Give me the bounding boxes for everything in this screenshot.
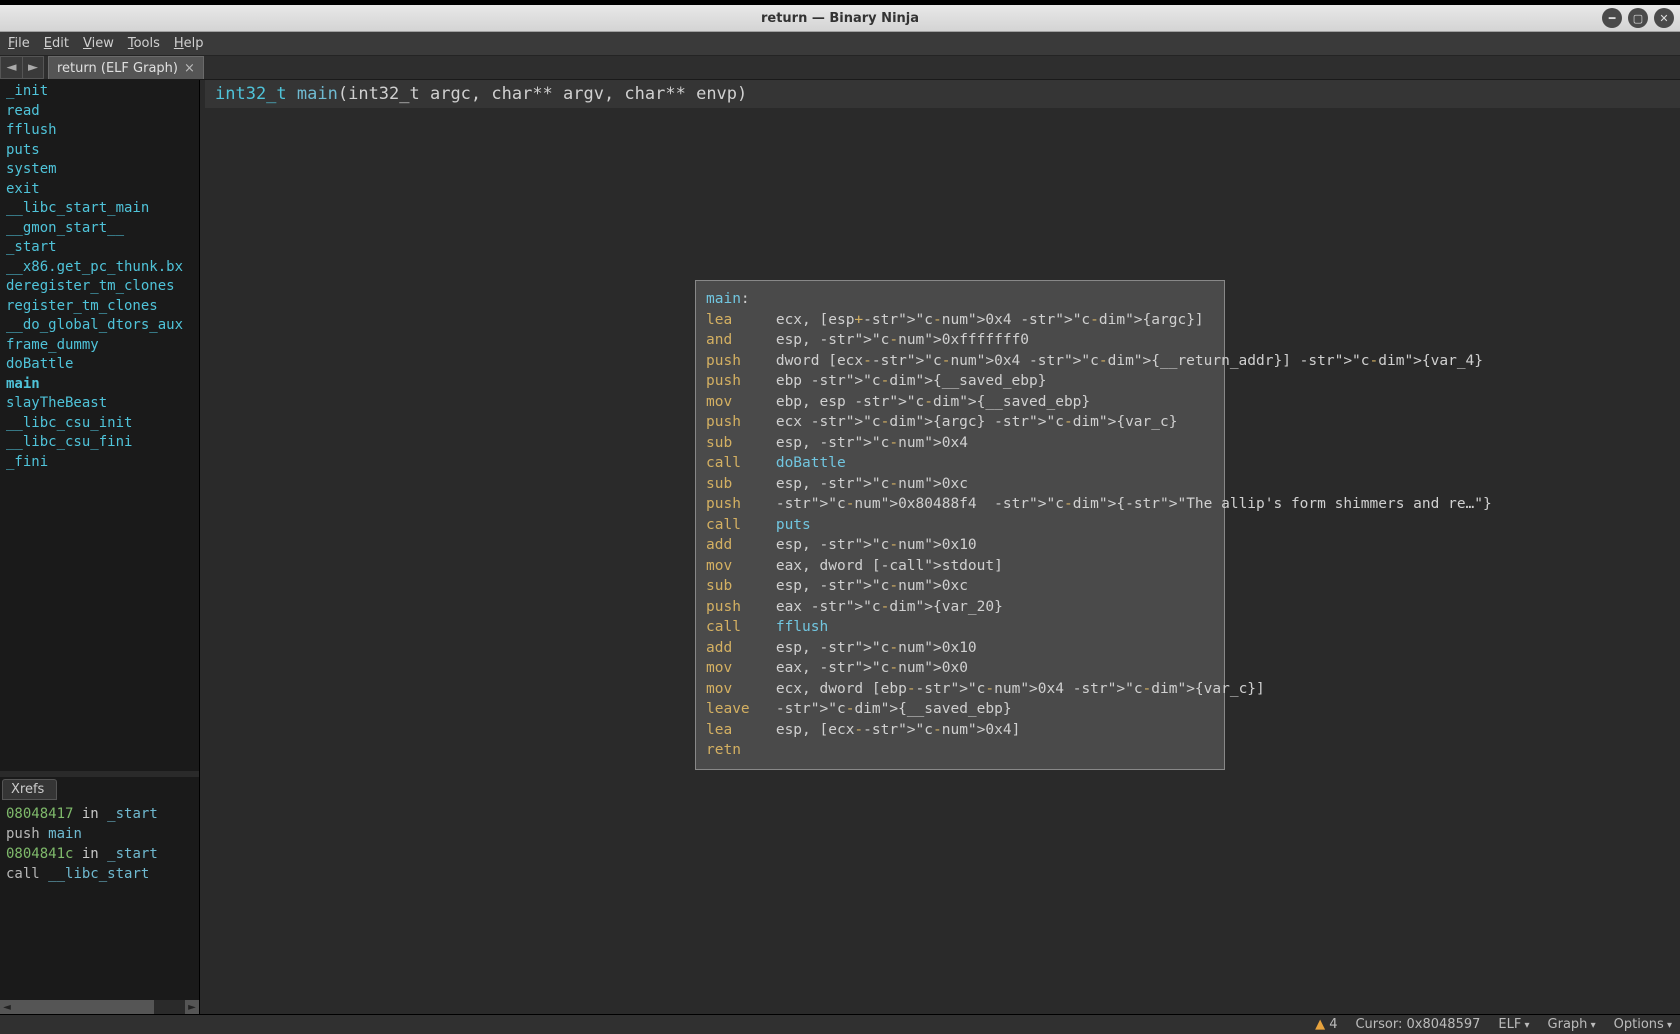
xrefs-header: Xrefs — [2, 779, 57, 800]
graph-view[interactable]: int32_t main (int32_t argc, char** argv,… — [205, 80, 1680, 1014]
function-item-main[interactable]: main — [6, 375, 193, 395]
function-item-register_tm_clones[interactable]: register_tm_clones — [6, 297, 193, 317]
sig-params: (int32_t argc, char** argv, char** envp) — [338, 84, 747, 104]
function-item-__libc_csu_init[interactable]: __libc_csu_init — [6, 414, 193, 434]
status-view-dropdown[interactable]: Graph — [1548, 1017, 1596, 1032]
function-item-doBattle[interactable]: doBattle — [6, 355, 193, 375]
menu-bar: File Edit View Tools Help — [0, 32, 1680, 56]
function-list[interactable]: _initreadfflushputssystemexit__libc_star… — [0, 80, 199, 771]
scroll-right-icon[interactable]: ► — [185, 1000, 199, 1014]
chevron-right-icon: ► — [28, 60, 38, 75]
function-item-exit[interactable]: exit — [6, 180, 193, 200]
function-item-__gmon_start__[interactable]: __gmon_start__ — [6, 219, 193, 239]
status-options-dropdown[interactable]: Options — [1614, 1017, 1672, 1032]
xrefs-panel[interactable]: 08048417 in _start push main0804841c in … — [0, 800, 199, 1000]
nav-forward-button[interactable]: ► — [22, 56, 44, 79]
function-item-_fini[interactable]: _fini — [6, 453, 193, 473]
window-title-bar: return — Binary Ninja ━ ▢ ✕ — [0, 5, 1680, 32]
chevron-left-icon: ◄ — [7, 60, 17, 75]
function-item-__x86.get_pc_thunk.bx[interactable]: __x86.get_pc_thunk.bx — [6, 258, 193, 278]
tab-return-elf-graph[interactable]: return (ELF Graph) × — [48, 56, 204, 79]
sig-return-type: int32_t — [215, 84, 287, 104]
disassembly-block[interactable]: main: lea ecx, [esp+-str">"c-num">0x4 -s… — [695, 280, 1225, 770]
function-item-deregister_tm_clones[interactable]: deregister_tm_clones — [6, 277, 193, 297]
minimize-icon: ━ — [1609, 12, 1616, 25]
maximize-button[interactable]: ▢ — [1628, 8, 1648, 28]
nav-back-button[interactable]: ◄ — [0, 56, 22, 79]
nav-buttons: ◄ ► — [0, 56, 44, 79]
function-signature: int32_t main (int32_t argc, char** argv,… — [205, 80, 1680, 108]
status-format-dropdown[interactable]: ELF — [1498, 1017, 1529, 1032]
function-item-puts[interactable]: puts — [6, 141, 193, 161]
window-title: return — Binary Ninja — [761, 11, 919, 26]
warning-icon: ▲ — [1315, 1017, 1325, 1032]
function-item-read[interactable]: read — [6, 102, 193, 122]
function-item-_init[interactable]: _init — [6, 82, 193, 102]
main-area: _initreadfflushputssystemexit__libc_star… — [0, 80, 1680, 1014]
xref-row[interactable]: 0804841c in _start — [6, 844, 193, 864]
tab-close-icon[interactable]: × — [184, 61, 195, 76]
minimize-button[interactable]: ━ — [1602, 8, 1622, 28]
tab-label: return (ELF Graph) — [57, 61, 178, 76]
function-item-__libc_start_main[interactable]: __libc_start_main — [6, 199, 193, 219]
tab-row: ◄ ► return (ELF Graph) × — [0, 56, 1680, 80]
xref-instruction[interactable]: push main — [6, 824, 193, 844]
window-buttons: ━ ▢ ✕ — [1602, 8, 1674, 28]
function-item-system[interactable]: system — [6, 160, 193, 180]
function-item-__do_global_dtors_aux[interactable]: __do_global_dtors_aux — [6, 316, 193, 336]
function-item-__libc_csu_fini[interactable]: __libc_csu_fini — [6, 433, 193, 453]
status-warnings[interactable]: ▲ 4 — [1315, 1017, 1337, 1032]
maximize-icon: ▢ — [1633, 12, 1643, 25]
sidebar: _initreadfflushputssystemexit__libc_star… — [0, 80, 200, 1014]
warning-count: 4 — [1329, 1017, 1337, 1032]
close-button[interactable]: ✕ — [1654, 8, 1674, 28]
menu-view[interactable]: View — [83, 36, 114, 51]
scroll-left-icon[interactable]: ◄ — [0, 1000, 14, 1014]
function-item-frame_dummy[interactable]: frame_dummy — [6, 336, 193, 356]
function-item-fflush[interactable]: fflush — [6, 121, 193, 141]
scrollbar-thumb[interactable] — [14, 1000, 154, 1014]
status-bar: ▲ 4 Cursor: 0x8048597 ELF Graph Options — [0, 1014, 1680, 1034]
xrefs-scrollbar[interactable]: ◄ ► — [0, 1000, 199, 1014]
function-item-slayTheBeast[interactable]: slayTheBeast — [6, 394, 193, 414]
sig-function-name: main — [297, 84, 338, 104]
close-icon: ✕ — [1659, 12, 1668, 25]
menu-tools[interactable]: Tools — [128, 36, 160, 51]
menu-file[interactable]: File — [8, 36, 30, 51]
menu-help[interactable]: Help — [174, 36, 204, 51]
status-cursor[interactable]: Cursor: 0x8048597 — [1355, 1017, 1480, 1032]
xref-instruction[interactable]: call __libc_start — [6, 864, 193, 884]
menu-edit[interactable]: Edit — [44, 36, 69, 51]
xref-row[interactable]: 08048417 in _start — [6, 804, 193, 824]
function-item-_start[interactable]: _start — [6, 238, 193, 258]
